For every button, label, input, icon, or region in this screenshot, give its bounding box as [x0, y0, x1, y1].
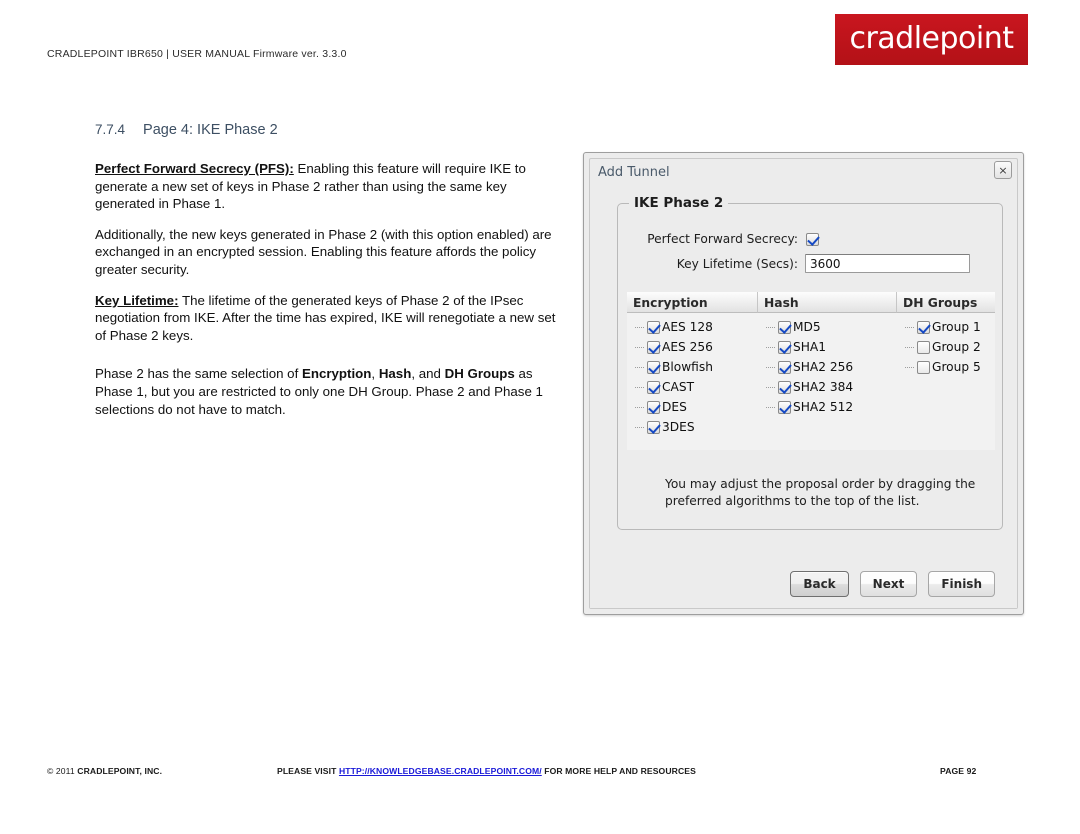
page-title: 7.7.4 Page 4: IKE Phase 2 — [95, 122, 278, 138]
option-label: MD5 — [793, 320, 821, 334]
pfs-label: Perfect Forward Secrecy: — [647, 232, 798, 246]
dialog-body: IKE Phase 2 Perfect Forward Secrecy: Key… — [590, 185, 1017, 608]
hash-checkbox[interactable] — [778, 400, 791, 414]
option-label: Group 1 — [932, 320, 981, 334]
encryption-checkbox[interactable] — [647, 420, 660, 434]
back-button[interactable]: Back — [790, 571, 849, 597]
encryption-checkbox[interactable] — [647, 360, 660, 374]
page-header: CRADLEPOINT IBR650 | USER MANUAL Firmwar… — [0, 0, 1080, 80]
list-item[interactable]: AES 256 — [627, 337, 758, 357]
dialog-titlebar: Add Tunnel × — [590, 159, 1017, 185]
dialog-inner-frame: Add Tunnel × IKE Phase 2 Perfect Forward… — [589, 158, 1018, 609]
next-button[interactable]: Next — [859, 571, 918, 597]
option-label: 3DES — [662, 420, 695, 434]
list-item[interactable]: CAST — [627, 377, 758, 397]
option-label: AES 128 — [662, 320, 713, 334]
list-item[interactable]: AES 128 — [627, 317, 758, 337]
footer-copyright-year: © 2011 — [47, 766, 78, 776]
pfs-checkbox[interactable] — [806, 232, 819, 246]
p4-part-a: Phase 2 has the same selection of — [95, 366, 302, 382]
list-item[interactable]: Group 1 — [897, 317, 995, 337]
key-lifetime-input[interactable] — [805, 254, 970, 273]
fieldset-legend: IKE Phase 2 — [629, 195, 729, 211]
proposal-order-note: You may adjust the proposal order by dra… — [665, 477, 976, 508]
option-label: SHA2 256 — [793, 360, 854, 374]
dh-group-checkbox[interactable] — [917, 320, 930, 334]
list-item[interactable]: SHA1 — [758, 337, 897, 357]
list-item[interactable]: 3DES — [627, 417, 758, 437]
list-item[interactable]: MD5 — [758, 317, 897, 337]
list-item[interactable]: Group 2 — [897, 337, 995, 357]
footer-copyright: © 2011 CRADLEPOINT, INC. — [47, 766, 162, 776]
list-item[interactable]: SHA2 384 — [758, 377, 897, 397]
encryption-checkbox[interactable] — [647, 380, 660, 394]
pfs-row: Perfect Forward Secrecy: — [636, 232, 819, 246]
paragraph-key-lifetime: Key Lifetime: The lifetime of the genera… — [95, 292, 567, 345]
list-item[interactable]: SHA2 256 — [758, 357, 897, 377]
hash-column: MD5 SHA1 SHA2 256 SHA2 384 SHA2 512 — [758, 317, 897, 450]
dh-groups-column: Group 1 Group 2 Group 5 — [897, 317, 995, 450]
ike-phase2-fieldset: IKE Phase 2 Perfect Forward Secrecy: Key… — [617, 195, 1003, 530]
key-lifetime-row: Key Lifetime (Secs): — [636, 254, 970, 273]
hash-checkbox[interactable] — [778, 320, 791, 334]
p4-dh-term: DH Groups — [444, 366, 515, 382]
section-number: 7.7.4 — [95, 122, 126, 137]
page-footer: © 2011 CRADLEPOINT, INC. PLEASE VISIT HT… — [0, 764, 1080, 784]
encryption-column: AES 128 AES 256 Blowfish CAST DES 3DES — [627, 317, 758, 450]
p4-encryption-term: Encryption — [301, 366, 372, 382]
paragraph-additional: Additionally, the new keys generated in … — [95, 226, 552, 277]
footer-help-text: PLEASE VISIT HTTP://KNOWLEDGEBASE.CRADLE… — [277, 766, 696, 776]
list-item[interactable]: Blowfish — [627, 357, 758, 377]
encryption-checkbox[interactable] — [647, 400, 660, 414]
dh-group-checkbox[interactable] — [917, 360, 930, 374]
proposal-table: Encryption Hash DH Groups AES 128 AES 25… — [627, 292, 995, 450]
paragraph-pfs: Perfect Forward Secrecy (PFS): Enabling … — [95, 160, 567, 213]
column-header-dh-groups: DH Groups — [897, 292, 995, 313]
pfs-term: Perfect Forward Secrecy (PFS): — [95, 161, 294, 176]
list-item[interactable]: Group 5 — [897, 357, 995, 377]
footer-company-name: CRADLEPOINT, INC. — [77, 766, 163, 776]
option-label: DES — [662, 400, 687, 414]
list-item[interactable]: SHA2 512 — [758, 397, 897, 417]
option-label: AES 256 — [662, 340, 713, 354]
add-tunnel-dialog: Add Tunnel × IKE Phase 2 Perfect Forward… — [583, 152, 1024, 615]
option-label: SHA1 — [793, 340, 826, 354]
dialog-button-bar: Back Next Finish — [790, 571, 995, 597]
hash-checkbox[interactable] — [778, 380, 791, 394]
key-lifetime-term: Key Lifetime: — [95, 292, 179, 308]
paragraph-phase2-selection: Phase 2 has the same selection of Encryp… — [95, 365, 567, 418]
logo-wordmark: cradlepoint — [849, 20, 1014, 56]
dh-group-checkbox[interactable] — [917, 340, 930, 354]
p4-part-d: , and — [411, 366, 445, 382]
body-text-column: Perfect Forward Secrecy (PFS): Enabling … — [95, 160, 567, 431]
cradlepoint-logo: cradlepoint — [835, 14, 1028, 65]
close-icon[interactable]: × — [994, 161, 1012, 179]
encryption-checkbox[interactable] — [647, 320, 660, 334]
dialog-title: Add Tunnel — [598, 165, 670, 180]
option-label: Blowfish — [662, 360, 713, 374]
key-lifetime-label: Key Lifetime (Secs): — [676, 256, 798, 271]
hash-checkbox[interactable] — [778, 360, 791, 374]
proposal-table-header: Encryption Hash DH Groups — [627, 292, 995, 313]
footer-page-number: PAGE 92 — [940, 766, 977, 776]
header-breadcrumb: CRADLEPOINT IBR650 | USER MANUAL Firmwar… — [47, 48, 347, 60]
option-label: CAST — [662, 380, 695, 394]
knowledgebase-link[interactable]: HTTP://KNOWLEDGEBASE.CRADLEPOINT.COM/ — [339, 766, 542, 776]
p4-hash-term: Hash — [378, 366, 412, 382]
option-label: Group 5 — [932, 360, 981, 374]
column-header-hash: Hash — [758, 292, 897, 313]
finish-button[interactable]: Finish — [928, 571, 995, 597]
p4-part-c: , — [371, 366, 379, 382]
option-label: SHA2 384 — [793, 380, 854, 394]
option-label: Group 2 — [932, 340, 981, 354]
encryption-checkbox[interactable] — [647, 340, 660, 354]
option-label: SHA2 512 — [793, 400, 854, 414]
hash-checkbox[interactable] — [778, 340, 791, 354]
footer-visit-suffix: FOR MORE HELP AND RESOURCES — [541, 766, 696, 776]
column-header-encryption: Encryption — [627, 292, 758, 313]
list-item[interactable]: DES — [627, 397, 758, 417]
section-title: Page 4: IKE Phase 2 — [143, 122, 278, 138]
footer-visit-prefix: PLEASE VISIT — [277, 766, 339, 776]
proposal-table-body: AES 128 AES 256 Blowfish CAST DES 3DES M… — [627, 313, 995, 450]
